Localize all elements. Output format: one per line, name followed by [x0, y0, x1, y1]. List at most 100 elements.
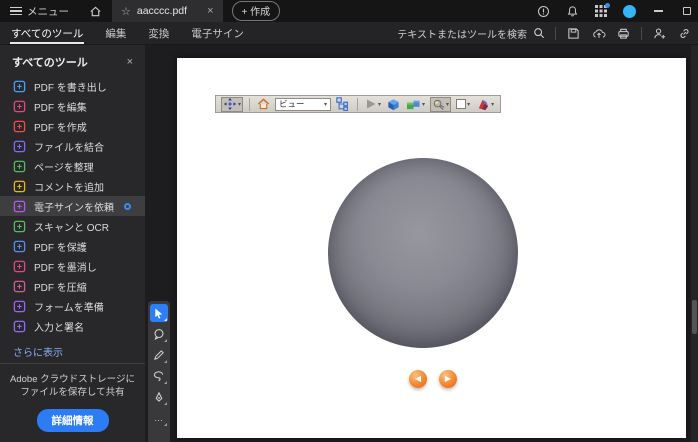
- cloud-upload-icon: [592, 28, 605, 38]
- document-tab[interactable]: ☆ aacccc.pdf ×: [112, 0, 223, 22]
- model-tree-button[interactable]: [335, 97, 351, 112]
- pen-nib-icon: [155, 391, 163, 402]
- cube-icon: [388, 98, 399, 110]
- cross-section-icon: [478, 99, 489, 110]
- save-button[interactable]: [566, 26, 581, 41]
- save-icon: [568, 27, 579, 39]
- view-more-link[interactable]: さらに表示: [0, 336, 145, 359]
- restore-button[interactable]: [680, 4, 694, 18]
- cloud-storage-note: Adobe クラウドストレージに ファイルを保存して共有: [10, 374, 135, 399]
- organize-pages-icon: [13, 160, 26, 173]
- document-canvas: ▾ ビュー ▾ ▾ ▾ ▾ ▾ ▾ ◀ ▶ …: [145, 45, 698, 442]
- comment-tool-button[interactable]: [150, 325, 168, 343]
- dropdown-caret-icon: ▾: [324, 101, 328, 108]
- scrollbar-thumb[interactable]: [692, 300, 697, 334]
- 3d-toolbar: ▾ ビュー ▾ ▾ ▾ ▾ ▾ ▾: [215, 95, 502, 113]
- sidebar-tool-item[interactable]: スキャンと OCR: [0, 216, 145, 236]
- apps-grid-button[interactable]: [594, 3, 610, 18]
- sign-tool-button[interactable]: [150, 388, 168, 406]
- share-link-button[interactable]: [677, 26, 692, 41]
- prepare-form-icon: [13, 300, 26, 313]
- user-avatar[interactable]: [623, 4, 636, 18]
- model-tree-icon: [336, 97, 349, 111]
- ribbon-tab[interactable]: すべてのツール: [0, 22, 94, 44]
- sidebar-tool-item[interactable]: ページを整理: [0, 156, 145, 176]
- sidebar-tool-item[interactable]: フォームを準備: [0, 296, 145, 316]
- projection-button[interactable]: [386, 97, 401, 112]
- panel-close-icon[interactable]: ×: [127, 56, 133, 68]
- protect-pdf-icon: [13, 240, 26, 253]
- sidebar-tool-item[interactable]: コメントを追加: [0, 176, 145, 196]
- default-view-button[interactable]: [256, 97, 271, 112]
- left-arrow-icon: ◀: [414, 374, 422, 383]
- share-upload-button[interactable]: [591, 26, 606, 41]
- print-button[interactable]: [616, 26, 631, 41]
- title-bar: メニュー ☆ aacccc.pdf × + 作成: [0, 0, 698, 22]
- create-pdf-icon: [13, 120, 26, 133]
- 3d-sphere-model[interactable]: [328, 158, 518, 348]
- ribbon-tab[interactable]: 変換: [137, 22, 180, 44]
- favorite-star-icon[interactable]: ☆: [121, 5, 131, 18]
- background-color-button[interactable]: ▾: [455, 97, 471, 112]
- select-tool-button[interactable]: [150, 304, 168, 322]
- play-animation-button[interactable]: ▾: [364, 97, 382, 112]
- request-signature-button[interactable]: [652, 26, 667, 41]
- restore-icon: [683, 7, 691, 15]
- help-button[interactable]: [536, 4, 550, 18]
- cross-section-button[interactable]: ▾: [475, 97, 495, 112]
- dropdown-caret-icon: ▾: [378, 101, 382, 108]
- divider: [555, 26, 556, 40]
- previous-page-button[interactable]: ◀: [409, 370, 427, 388]
- sidebar-tool-item[interactable]: PDF を墨消し: [0, 256, 145, 276]
- search-label: テキストまたはツールを検索: [397, 29, 527, 41]
- home-button[interactable]: [79, 5, 112, 18]
- lasso-icon: [153, 371, 164, 382]
- create-button[interactable]: + 作成: [231, 1, 281, 21]
- sidebar-tool-item[interactable]: ファイルを結合: [0, 136, 145, 156]
- learn-more-button[interactable]: 詳細情報: [36, 409, 109, 432]
- document-title: aacccc.pdf: [136, 5, 188, 17]
- sidebar-tool-item[interactable]: 入力と署名: [0, 316, 145, 336]
- sidebar-tool-item[interactable]: PDF を作成: [0, 116, 145, 136]
- draw-tool-button[interactable]: [150, 346, 168, 364]
- dropdown-caret-icon: ▾: [422, 101, 426, 108]
- rotate-tool-button[interactable]: ▾: [221, 96, 244, 112]
- notifications-button[interactable]: [565, 4, 579, 18]
- fill-sign-icon: [13, 320, 26, 333]
- link-icon: [680, 28, 689, 38]
- view-dropdown[interactable]: ビュー ▾: [275, 97, 332, 111]
- sidebar-tool-item[interactable]: PDF を編集: [0, 96, 145, 116]
- edit-pdf-icon: [13, 100, 26, 113]
- panel-title: すべてのツール: [12, 57, 88, 69]
- more-tools-button[interactable]: …: [150, 409, 168, 427]
- ribbon-tab[interactable]: 電子サイン: [180, 22, 255, 44]
- sidebar-tool-item[interactable]: PDF を書き出し: [0, 76, 145, 96]
- extra-lighting-button[interactable]: ▾: [430, 96, 452, 112]
- menu-button[interactable]: メニュー: [0, 4, 79, 19]
- redact-pdf-icon: [13, 260, 26, 273]
- hamburger-icon: [10, 7, 22, 15]
- request-esign-icon: [13, 200, 26, 213]
- cursor-icon: [155, 307, 163, 319]
- divider: [357, 97, 359, 111]
- tab-close-icon[interactable]: ×: [207, 5, 213, 17]
- sidebar-tool-item[interactable]: PDF を保護: [0, 236, 145, 256]
- lasso-tool-button[interactable]: [150, 367, 168, 385]
- view-dropdown-value: ビュー: [279, 99, 305, 109]
- all-tools-panel: すべてのツール × PDF を書き出し PDF を編集 PDF を作成 ファイル…: [0, 45, 145, 442]
- next-page-button[interactable]: ▶: [439, 370, 457, 388]
- minimize-button[interactable]: [651, 4, 665, 18]
- render-mode-button[interactable]: ▾: [405, 97, 426, 112]
- search-tools-button[interactable]: テキストまたはツールを検索: [397, 26, 545, 41]
- notification-dot: [605, 3, 610, 8]
- printer-icon: [618, 28, 629, 39]
- add-comment-icon: [13, 180, 26, 193]
- ribbon-bar: すべてのツール 編集 変換 電子サイン テキストまたはツールを検索: [0, 22, 698, 45]
- ribbon-tab[interactable]: 編集: [94, 22, 137, 44]
- vertical-scrollbar[interactable]: [691, 45, 698, 442]
- combine-files-icon: [13, 140, 26, 153]
- sidebar-tool-item[interactable]: PDF を圧縮: [0, 276, 145, 296]
- divider: [249, 97, 251, 111]
- background-color-swatch: [456, 99, 467, 109]
- sidebar-tool-item[interactable]: 電子サインを依頼: [0, 196, 145, 216]
